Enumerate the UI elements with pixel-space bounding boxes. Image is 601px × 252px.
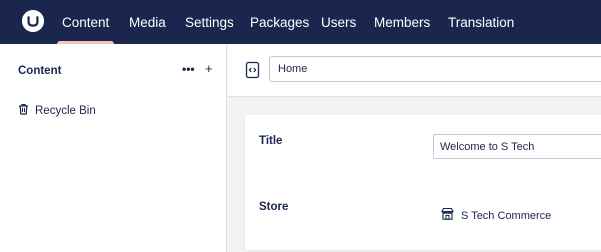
umbraco-logo-icon[interactable]	[22, 10, 44, 32]
add-content-button[interactable]: +	[205, 61, 213, 76]
tab-media[interactable]: Media	[129, 0, 166, 44]
properties-card: Title Store S Tech Commerce	[245, 115, 601, 250]
document-name-input[interactable]	[269, 56, 601, 82]
tree-item-recycle-bin[interactable]: Recycle Bin	[18, 103, 96, 119]
tree-item-label: Recycle Bin	[35, 105, 96, 117]
tab-members[interactable]: Members	[374, 0, 430, 44]
editor-header	[228, 44, 601, 97]
tab-content[interactable]: Content	[56, 0, 115, 44]
store-property-label: Store	[259, 201, 289, 213]
document-code-icon[interactable]	[245, 61, 262, 79]
more-actions-button[interactable]: •••	[182, 62, 195, 76]
sidebar-title: Content	[18, 65, 62, 77]
store-picker-item[interactable]: S Tech Commerce	[441, 207, 552, 225]
title-property-label: Title	[259, 135, 283, 147]
store-name: S Tech Commerce	[461, 210, 552, 222]
tab-packages[interactable]: Packages	[250, 0, 309, 44]
tab-translation[interactable]: Translation	[448, 0, 514, 44]
tab-settings[interactable]: Settings	[185, 0, 234, 44]
tab-users[interactable]: Users	[321, 0, 356, 44]
title-field[interactable]	[433, 134, 601, 159]
trash-icon	[18, 102, 29, 120]
content-tree-sidebar: Content ••• + Recycle Bin	[0, 44, 227, 252]
top-navigation-bar: Content Media Settings Packages Users Me…	[0, 0, 601, 44]
store-icon	[441, 207, 454, 225]
